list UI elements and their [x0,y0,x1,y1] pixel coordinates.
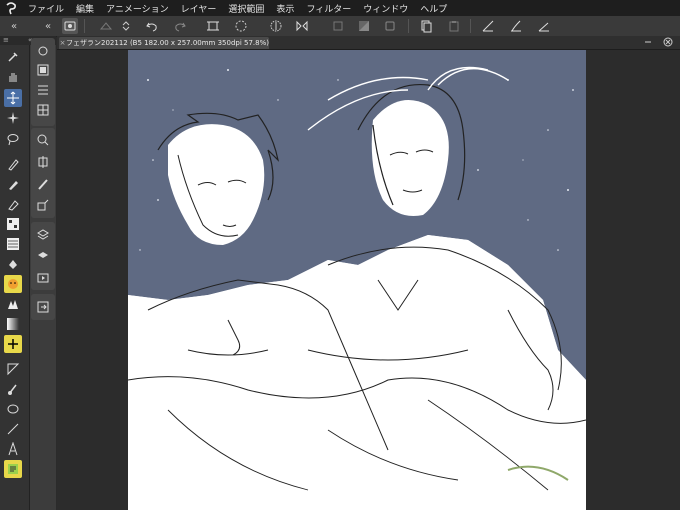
document-tab-bar: × フェザラン202112 (B5 182.00 x 257.00mm 350d… [57,36,680,50]
hand-icon[interactable] [4,68,22,86]
document-tab[interactable]: × フェザラン202112 (B5 182.00 x 257.00mm 350d… [59,37,269,49]
close-icon[interactable]: × [59,39,66,47]
menu-bar: ファイル 編集 アニメーション レイヤー 選択範囲 表示 フィルター ウィンドウ… [0,0,680,16]
brush-icon[interactable] [508,18,524,34]
layer-stack-icon[interactable] [33,246,53,266]
menu-window[interactable]: ウィンドウ [357,2,414,15]
drawing-canvas[interactable] [128,50,586,510]
eraser-icon[interactable] [4,195,22,213]
menu-animation[interactable]: アニメーション [100,2,175,15]
transform-small-icon[interactable] [33,196,53,216]
note-icon[interactable] [4,460,22,478]
transform-icon[interactable] [205,18,221,34]
pencil-icon[interactable] [4,175,22,193]
paste-icon[interactable] [446,18,462,34]
flip-icon[interactable] [294,18,310,34]
panel-toggle-right[interactable]: « [40,18,56,34]
sketch-illustration [128,50,586,510]
redo-icon[interactable] [172,18,188,34]
halftone-icon[interactable] [4,215,22,233]
window-close-icon[interactable] [662,36,674,48]
crop-icon[interactable] [330,18,346,34]
move-icon[interactable] [4,89,22,107]
document-tab-label: フェザラン202112 (B5 182.00 x 257.00mm 350dpi… [66,39,269,47]
brush-size-icon[interactable] [33,174,53,194]
text-icon[interactable] [4,440,22,458]
palette-menu-icon[interactable]: ≡ [3,36,9,44]
triangle-icon[interactable] [4,360,22,378]
plus-icon[interactable] [4,335,22,353]
menu-edit[interactable]: 編集 [70,2,100,15]
menu-layer[interactable]: レイヤー [175,2,223,15]
ellipse-icon[interactable] [4,400,22,418]
export-icon[interactable] [33,297,53,317]
emoji-icon[interactable] [4,275,22,293]
layers-icon[interactable] [33,225,53,245]
gradient-icon[interactable] [4,315,22,333]
layer-icon[interactable] [382,18,398,34]
animation-icon[interactable] [33,268,53,288]
pen-icon[interactable] [4,155,22,173]
fill-icon[interactable] [98,18,114,34]
command-bar: « « [0,16,680,37]
lasso-tool-icon[interactable] [4,130,22,148]
navigator-icon[interactable] [62,18,78,34]
panel-toggle-left[interactable]: « [6,18,22,34]
grid-icon[interactable] [33,100,53,120]
spinner-icon[interactable] [233,18,249,34]
stepper-icon[interactable] [118,18,134,34]
angle-icon[interactable] [536,18,552,34]
app-logo-icon[interactable] [0,0,22,16]
ink-icon[interactable] [4,295,22,313]
sparkle-icon[interactable] [4,109,22,127]
search-icon[interactable] [33,130,53,150]
material-icon[interactable] [33,60,53,80]
mask-icon[interactable] [356,18,372,34]
pattern-icon[interactable] [4,235,22,253]
lasso-icon[interactable] [268,18,284,34]
layer-move-icon[interactable] [33,152,53,172]
menu-view[interactable]: 表示 [270,2,300,15]
tool-palette [0,36,30,510]
navigator-panel-icon[interactable] [33,41,53,61]
eyedropper-icon[interactable] [4,48,22,66]
brush-small-icon[interactable] [4,380,22,398]
menu-help[interactable]: ヘルプ [414,2,453,15]
bucket-icon[interactable] [4,255,22,273]
menu-selection[interactable]: 選択範囲 [222,2,270,15]
undo-icon[interactable] [144,18,160,34]
list-icon[interactable] [33,80,53,100]
line-icon[interactable] [4,420,22,438]
ruler-icon[interactable] [480,18,496,34]
menu-filter[interactable]: フィルター [300,2,357,15]
copy-icon[interactable] [418,18,434,34]
menu-file[interactable]: ファイル [22,2,70,15]
minimize-icon[interactable] [642,36,654,48]
